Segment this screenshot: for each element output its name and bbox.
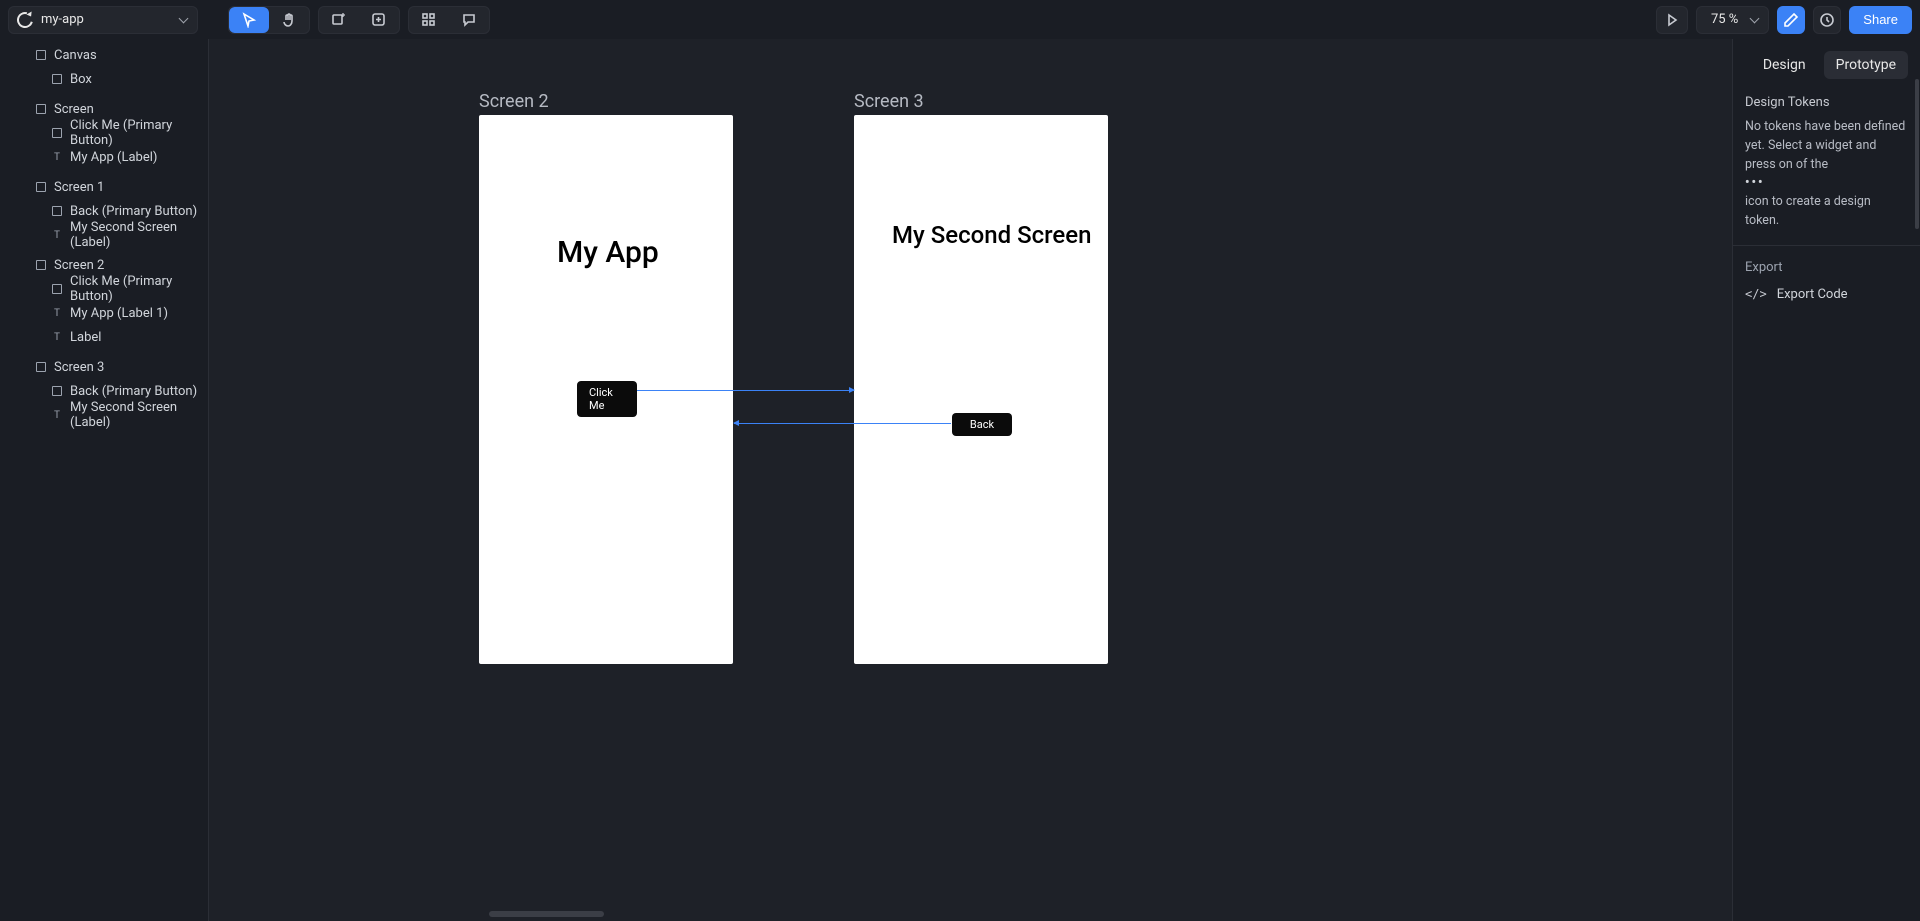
layer-item-label: Back (Primary Button) [70,204,197,219]
export-section-title: Export [1745,260,1908,275]
layer-item[interactable]: Click Me (Primary Button) [0,277,208,301]
export-code-button[interactable]: </> Export Code [1745,283,1908,306]
frame-layer-icon [36,260,46,270]
tool-group-main [228,6,310,34]
hand-tool[interactable] [269,7,309,33]
history-button[interactable] [1813,6,1841,34]
hand-icon [281,12,297,28]
layer-item-label: Canvas [54,48,97,63]
layer-item[interactable]: T Label [0,325,208,349]
canvas-horizontal-scrollbar[interactable] [489,911,604,917]
inspector-scrollbar-track [1914,39,1920,921]
prototype-arrow-back[interactable] [734,423,951,424]
pencil-icon [1783,12,1799,28]
more-icon[interactable]: ••• [1745,175,1764,190]
chevron-down-icon [1750,15,1760,25]
app-logo-icon [14,9,36,31]
text-layer-icon: T [52,410,62,420]
screen2-title[interactable]: My App [557,235,659,270]
clock-icon [1819,12,1835,28]
code-icon: </> [1745,287,1767,301]
frame-layer-icon [52,128,62,138]
share-button-label: Share [1863,12,1898,27]
play-icon [1657,7,1687,33]
layer-item-label: Label [70,330,101,345]
topbar-right-cluster: 75 % Share [1656,6,1912,34]
layer-item-label: My App (Label 1) [70,306,168,321]
design-tokens-help: No tokens have been defined yet. Select … [1745,118,1908,231]
layer-item[interactable]: T My Second Screen (Label) [0,223,208,247]
chevron-down-icon [179,15,189,25]
layer-item-label: Back (Primary Button) [70,384,197,399]
text-layer-icon: T [52,332,62,342]
layer-item-label: My App (Label) [70,150,157,165]
insert-frame-tool[interactable] [319,7,359,33]
layer-item[interactable]: Box [0,67,208,91]
project-switcher[interactable]: my-app [8,6,198,34]
design-tokens-title: Design Tokens [1745,95,1908,110]
layer-item-label: Screen [54,102,94,117]
layer-item-label: Box [70,72,92,87]
frame-layer-icon [52,386,62,396]
layer-item[interactable]: T My App (Label) [0,145,208,169]
tool-group-insert [318,6,400,34]
layer-item-label: Click Me (Primary Button) [70,274,200,304]
screen3-back-button[interactable]: Back [952,413,1012,436]
layer-item[interactable]: Screen 3 [0,355,208,379]
layer-item-label: Screen 2 [54,258,104,273]
text-layer-icon: T [52,152,62,162]
panel-divider [1733,245,1920,246]
edit-mode-button[interactable] [1777,6,1805,34]
layer-item[interactable]: Click Me (Primary Button) [0,121,208,145]
layer-item[interactable]: Screen 1 [0,175,208,199]
tab-prototype[interactable]: Prototype [1824,51,1908,79]
cursor-icon [241,12,257,28]
layer-item-label: Screen 1 [54,180,104,195]
artboard-label-screen3[interactable]: Screen 3 [854,91,924,112]
frame-layer-icon [36,362,46,372]
zoom-value: 75 % [1705,12,1744,27]
layer-item[interactable]: T My Second Screen (Label) [0,403,208,427]
layer-item-label: My Second Screen (Label) [70,400,200,430]
inspector-scrollbar-thumb[interactable] [1915,79,1919,229]
prototype-arrow-forward[interactable] [637,390,854,391]
frame-layer-icon [52,206,62,216]
inspector-panel: Design Prototype Design Tokens No tokens… [1732,39,1920,921]
layer-item-label: Screen 3 [54,360,104,375]
comment-tool[interactable] [449,7,489,33]
text-layer-icon: T [52,230,62,240]
layer-item-label: My Second Screen (Label) [70,220,200,250]
zoom-control[interactable]: 75 % [1696,6,1769,34]
design-canvas[interactable]: Screen 2 My App Click Me Screen 3 My Sec… [209,39,1732,921]
artboard-label-screen2[interactable]: Screen 2 [479,91,549,112]
frame-layer-icon [36,50,46,60]
frame-layer-icon [36,182,46,192]
insert-box-tool[interactable] [359,7,399,33]
screen3-title[interactable]: My Second Screen [892,221,1091,249]
frame-plus-icon [331,12,347,28]
chat-icon [461,12,477,28]
preview-button-group[interactable] [1656,6,1688,34]
layers-panel[interactable]: CanvasBoxScreenClick Me (Primary Button)… [0,39,209,921]
screen2-clickme-button[interactable]: Click Me [577,381,637,417]
inspector-tabs: Design Prototype [1745,51,1908,79]
tab-design[interactable]: Design [1751,51,1818,79]
components-tool[interactable] [409,7,449,33]
frame-layer-icon [52,284,62,294]
layer-item[interactable]: Canvas [0,43,208,67]
text-layer-icon: T [52,308,62,318]
box-plus-icon [371,12,387,28]
top-toolbar: my-app 75 % [0,0,1920,39]
export-code-label: Export Code [1777,287,1848,302]
frame-layer-icon [36,104,46,114]
share-button[interactable]: Share [1849,6,1912,34]
select-tool[interactable] [229,7,269,33]
frame-layer-icon [52,74,62,84]
artboard-screen3[interactable]: My Second Screen Back [854,115,1108,664]
project-name: my-app [41,12,171,27]
layer-item[interactable]: T My App (Label 1) [0,301,208,325]
layer-item-label: Click Me (Primary Button) [70,118,200,148]
tool-group-extras [408,6,490,34]
grid-icon [421,12,437,28]
